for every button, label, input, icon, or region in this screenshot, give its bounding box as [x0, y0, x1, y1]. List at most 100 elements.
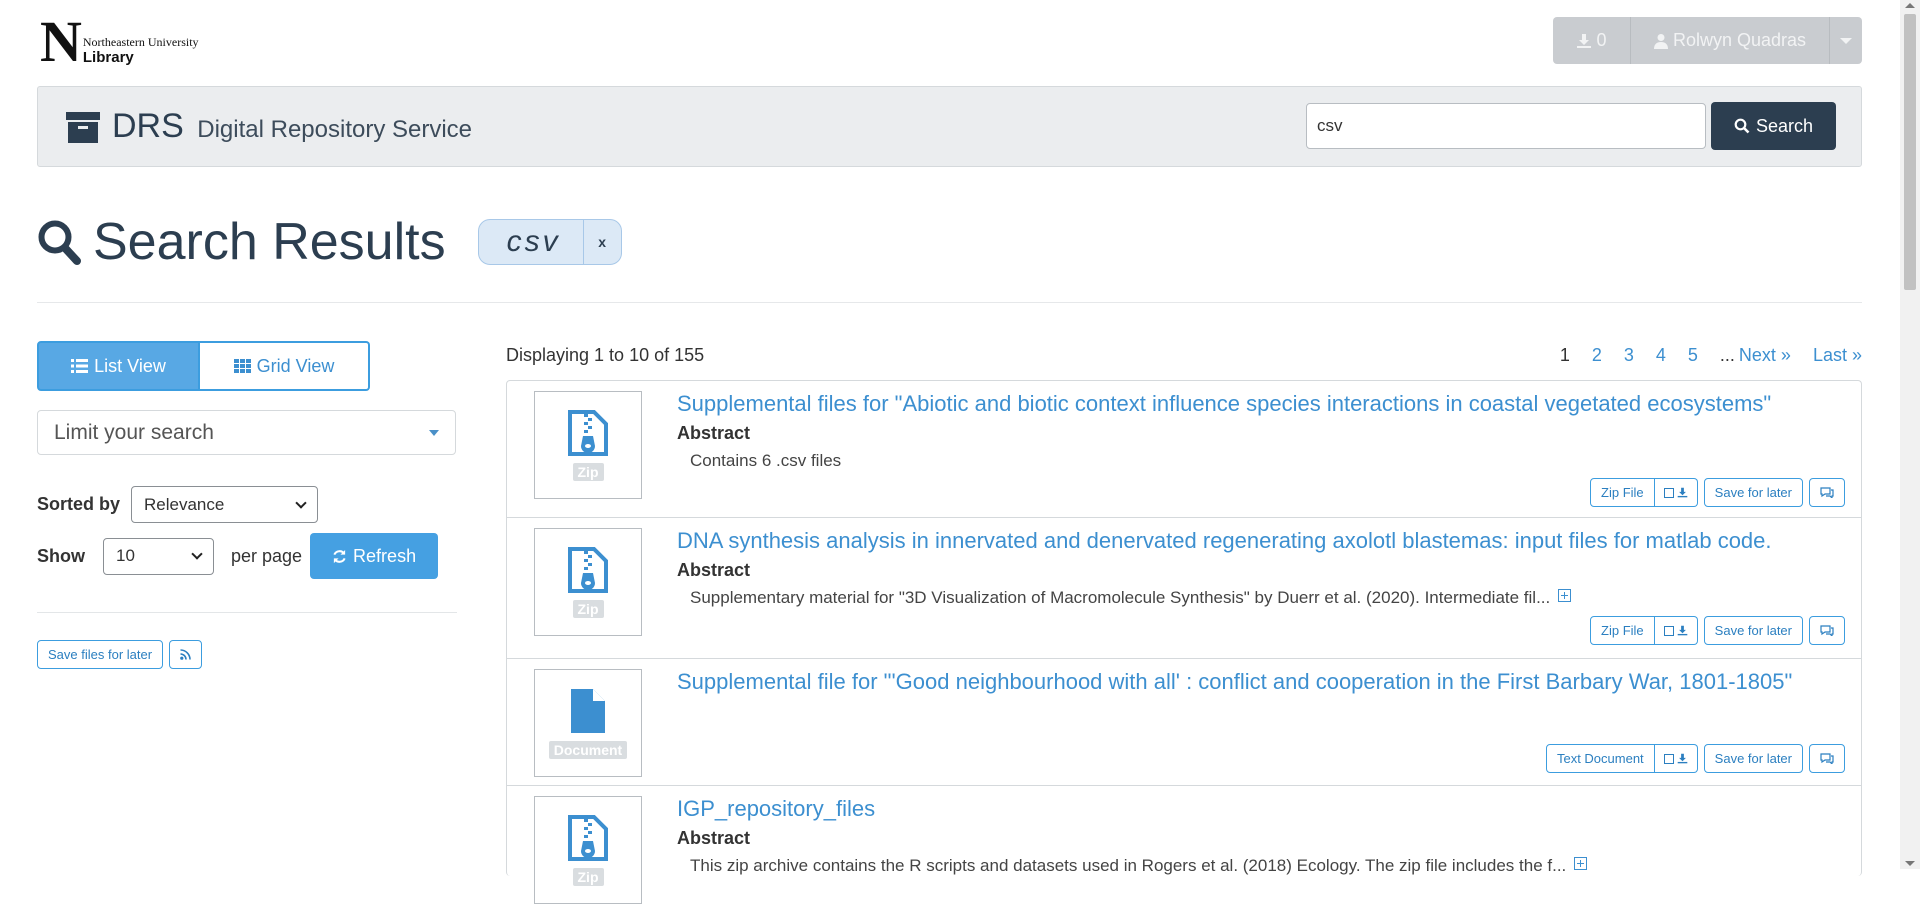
comments-icon — [1820, 487, 1834, 498]
page-link-3[interactable]: 3 — [1624, 345, 1634, 366]
abstract-text: Supplementary material for "3D Visualiza… — [690, 588, 1572, 608]
file-type-button[interactable]: Zip File — [1590, 616, 1655, 645]
search-input[interactable] — [1306, 103, 1706, 149]
refresh-icon — [333, 549, 346, 563]
checkbox-icon — [1663, 487, 1674, 498]
scroll-up-icon[interactable] — [1905, 3, 1915, 8]
page-link-5[interactable]: 5 — [1688, 345, 1698, 366]
save-for-later-button[interactable]: Save for later — [1703, 616, 1803, 645]
page-link-current: 1 — [1559, 345, 1570, 365]
page-link-4[interactable]: 4 — [1656, 345, 1666, 366]
user-menu-button[interactable]: Rolwyn Quadras — [1631, 17, 1830, 64]
library-logo[interactable]: N Northeastern University Library — [40, 9, 199, 74]
chevron-down-icon — [429, 429, 439, 436]
query-chip-text: csv — [506, 225, 561, 258]
next-page-link[interactable]: Next » — [1739, 345, 1791, 366]
last-page-link[interactable]: Last » — [1813, 345, 1862, 366]
download-button[interactable] — [1654, 478, 1698, 507]
result-title-link[interactable]: DNA synthesis analysis in innervated and… — [677, 528, 1772, 554]
download-icon — [1677, 487, 1687, 498]
type-tag: Document — [548, 741, 628, 759]
pagination-ellipsis: ... — [1719, 345, 1735, 365]
sort-select[interactable]: Relevance — [131, 486, 319, 523]
zip-file-icon — [568, 410, 608, 456]
comments-button[interactable] — [1809, 478, 1845, 507]
type-tag: Zip — [572, 600, 604, 618]
page: N Northeastern University Library 0 Rolw… — [37, 0, 1862, 904]
search-icon — [38, 220, 81, 265]
search-icon — [1734, 118, 1750, 134]
display-count: Displaying 1 to 10 of 155 — [506, 345, 705, 365]
download-button[interactable] — [1654, 616, 1698, 645]
search-button-label: Search — [1755, 115, 1814, 136]
results-list: Zip Supplemental files for "Abiotic and … — [506, 380, 1862, 904]
type-tag: Zip — [572, 868, 604, 886]
limit-search-dropdown[interactable]: Limit your search — [37, 410, 456, 455]
grid-icon — [233, 359, 251, 373]
result-item: Zip DNA synthesis analysis in innervated… — [507, 518, 1861, 659]
page-scrollbar[interactable] — [1900, 0, 1920, 869]
comments-button[interactable] — [1809, 744, 1845, 773]
page-link-2[interactable]: 2 — [1592, 345, 1602, 366]
pagination: 1 2 3 4 5 ... Next » Last » — [1538, 345, 1862, 366]
site-title-sub: Digital Repository Service — [197, 116, 473, 143]
site-title[interactable]: DRS Digital Repository Service — [112, 107, 472, 146]
grid-view-button[interactable]: Grid View — [200, 341, 370, 391]
result-actions: Zip File Save for later — [1590, 616, 1845, 645]
downloads-button[interactable]: 0 — [1553, 17, 1631, 64]
chevron-down-icon — [295, 496, 307, 509]
show-label: Show — [37, 545, 85, 566]
divider — [37, 612, 457, 613]
result-item: Zip Supplemental files for "Abiotic and … — [507, 381, 1861, 518]
result-thumbnail[interactable]: Document — [534, 669, 642, 777]
result-title-link[interactable]: IGP_repository_files — [677, 796, 875, 822]
download-icon — [1677, 753, 1687, 764]
rss-icon — [180, 649, 191, 660]
result-title-link[interactable]: Supplemental files for "Abiotic and biot… — [677, 391, 1771, 417]
result-actions: Zip File Save for later — [1590, 478, 1845, 507]
download-count: 0 — [1596, 30, 1607, 50]
document-icon — [571, 689, 605, 733]
expand-abstract-icon[interactable] — [1574, 857, 1588, 870]
divider — [37, 302, 1862, 303]
save-files-button[interactable]: Save files for later — [37, 640, 164, 669]
grid-view-label: Grid View — [256, 355, 335, 376]
sidebar-actions: Save files for later — [37, 640, 203, 669]
page-title: Search Results — [93, 213, 446, 271]
result-thumbnail[interactable]: Zip — [534, 528, 642, 636]
scroll-down-icon[interactable] — [1905, 861, 1915, 866]
result-thumbnail[interactable]: Zip — [534, 796, 642, 904]
logo-letter: N — [40, 9, 82, 74]
refresh-button[interactable]: Refresh — [310, 533, 439, 579]
save-for-later-button[interactable]: Save for later — [1703, 744, 1803, 773]
chevron-down-icon — [191, 548, 203, 560]
file-type-button[interactable]: Zip File — [1590, 478, 1655, 507]
result-item: Document Supplemental file for "'Good ne… — [507, 659, 1861, 786]
result-thumbnail[interactable]: Zip — [534, 391, 642, 499]
zip-file-icon — [568, 815, 608, 861]
scrollbar-thumb[interactable] — [1904, 14, 1916, 290]
per-page-value: 10 — [116, 546, 135, 565]
user-icon — [1653, 33, 1668, 49]
per-page-select[interactable]: 10 — [103, 537, 214, 575]
list-view-button[interactable]: List View — [37, 341, 200, 391]
result-actions: Text Document Save for later — [1545, 744, 1845, 773]
expand-abstract-icon[interactable] — [1558, 589, 1572, 602]
comments-button[interactable] — [1809, 616, 1845, 645]
user-name: Rolwyn Quadras — [1672, 30, 1807, 50]
download-button[interactable] — [1654, 744, 1698, 773]
user-dropdown-toggle[interactable] — [1830, 17, 1862, 64]
type-tag: Zip — [572, 463, 604, 481]
sort-select-value: Relevance — [144, 494, 225, 514]
result-title-link[interactable]: Supplemental file for "'Good neighbourho… — [677, 669, 1792, 695]
download-icon — [1577, 33, 1592, 48]
search-button[interactable]: Search — [1711, 102, 1836, 150]
zip-file-icon — [568, 547, 608, 593]
remove-query-button[interactable]: x — [582, 220, 621, 264]
save-for-later-button[interactable]: Save for later — [1703, 478, 1803, 507]
rss-button[interactable] — [169, 640, 203, 669]
result-item: Zip IGP_repository_files Abstract This z… — [507, 786, 1861, 904]
download-icon — [1677, 625, 1687, 636]
abstract-text: This zip archive contains the R scripts … — [690, 856, 1588, 876]
file-type-button[interactable]: Text Document — [1545, 744, 1655, 773]
